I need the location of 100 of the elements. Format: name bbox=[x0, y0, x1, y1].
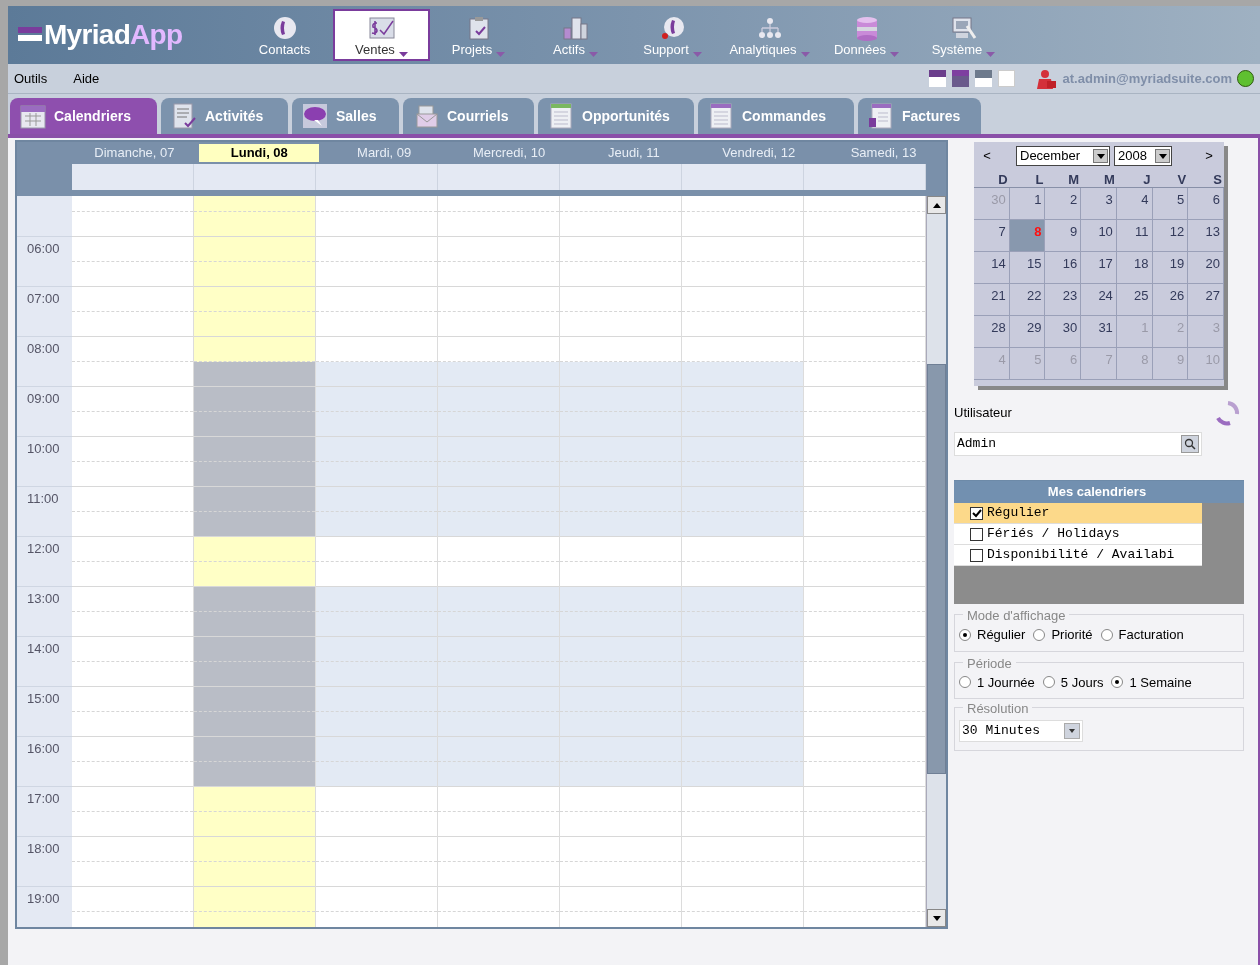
business-hours-slot[interactable] bbox=[438, 762, 559, 786]
business-hours-slot[interactable] bbox=[682, 612, 803, 636]
day-column[interactable] bbox=[682, 196, 804, 927]
calendar-row[interactable]: Fériés / Holidays bbox=[954, 524, 1202, 545]
business-hours-slot[interactable] bbox=[560, 437, 681, 462]
radio-option[interactable]: Priorité bbox=[1033, 625, 1093, 645]
nav-item[interactable]: Ventes bbox=[333, 9, 430, 61]
business-hours-slot[interactable] bbox=[560, 762, 681, 786]
business-hours-slot[interactable] bbox=[438, 412, 559, 436]
tab[interactable]: Calendriers bbox=[10, 98, 157, 134]
next-month-button[interactable]: > bbox=[1200, 146, 1218, 166]
business-hours-slot[interactable] bbox=[316, 737, 437, 762]
business-hours-slot[interactable] bbox=[560, 662, 681, 686]
calendar-day[interactable]: 12 bbox=[1152, 220, 1189, 251]
time-slot[interactable] bbox=[194, 437, 315, 462]
business-hours-slot[interactable] bbox=[438, 737, 559, 762]
time-slot[interactable] bbox=[194, 337, 315, 362]
calendar-day[interactable]: 16 bbox=[1045, 252, 1082, 283]
business-hours-slot[interactable] bbox=[316, 362, 437, 386]
business-hours-slot[interactable] bbox=[438, 662, 559, 686]
radio-button[interactable] bbox=[1100, 628, 1113, 641]
calendar-row[interactable]: Régulier bbox=[954, 503, 1202, 524]
business-hours-slot[interactable] bbox=[316, 387, 437, 412]
time-slot[interactable] bbox=[194, 787, 315, 812]
business-hours-slot[interactable] bbox=[316, 687, 437, 712]
all-day-cell[interactable] bbox=[804, 164, 926, 190]
radio-option[interactable]: Régulier bbox=[959, 625, 1026, 645]
theme-swatch-icon[interactable] bbox=[928, 70, 946, 87]
calendar-day[interactable]: 4 bbox=[1116, 188, 1153, 219]
business-hours-slot[interactable] bbox=[438, 587, 559, 612]
day-column[interactable] bbox=[560, 196, 682, 927]
business-hours-slot[interactable] bbox=[316, 512, 437, 536]
time-slot[interactable] bbox=[194, 862, 315, 886]
all-day-cell[interactable] bbox=[560, 164, 682, 190]
time-slot[interactable] bbox=[194, 662, 315, 686]
business-hours-slot[interactable] bbox=[682, 712, 803, 736]
time-slot[interactable] bbox=[194, 812, 315, 836]
calendar-day[interactable]: 10 bbox=[1081, 220, 1117, 251]
calendar-day[interactable]: 23 bbox=[1045, 284, 1082, 315]
radio-option[interactable]: 1 Journée bbox=[959, 672, 1035, 692]
time-slot[interactable] bbox=[194, 287, 315, 312]
business-hours-slot[interactable] bbox=[316, 412, 437, 436]
scroll-down-button[interactable] bbox=[927, 909, 946, 927]
time-slot[interactable] bbox=[194, 637, 315, 662]
business-hours-slot[interactable] bbox=[560, 687, 681, 712]
radio-button[interactable] bbox=[959, 628, 971, 641]
business-hours-slot[interactable] bbox=[316, 637, 437, 662]
scroll-thumb[interactable] bbox=[927, 364, 946, 774]
menu-item[interactable]: Aide bbox=[73, 68, 100, 89]
time-slot[interactable] bbox=[194, 312, 315, 336]
calendar-day[interactable]: 19 bbox=[1152, 252, 1189, 283]
calendar-day[interactable]: 26 bbox=[1152, 284, 1189, 315]
business-hours-slot[interactable] bbox=[682, 362, 803, 386]
calendar-day[interactable]: 29 bbox=[1009, 316, 1046, 347]
time-slot[interactable] bbox=[194, 462, 315, 486]
business-hours-slot[interactable] bbox=[682, 662, 803, 686]
business-hours-slot[interactable] bbox=[682, 687, 803, 712]
checkbox[interactable] bbox=[970, 506, 983, 520]
business-hours-slot[interactable] bbox=[438, 512, 559, 536]
business-hours-slot[interactable] bbox=[438, 712, 559, 736]
calendar-day[interactable]: 30 bbox=[1045, 316, 1082, 347]
business-hours-slot[interactable] bbox=[682, 387, 803, 412]
scroll-up-button[interactable] bbox=[927, 196, 946, 214]
theme-swatch-icon[interactable] bbox=[951, 70, 969, 87]
business-hours-slot[interactable] bbox=[682, 737, 803, 762]
previous-month-button[interactable]: < bbox=[978, 146, 996, 166]
business-hours-slot[interactable] bbox=[438, 462, 559, 486]
business-hours-slot[interactable] bbox=[316, 662, 437, 686]
business-hours-slot[interactable] bbox=[438, 612, 559, 636]
business-hours-slot[interactable] bbox=[316, 487, 437, 512]
calendar-day[interactable]: 17 bbox=[1081, 252, 1117, 283]
calendar-day[interactable]: 2 bbox=[1045, 188, 1082, 219]
business-hours-slot[interactable] bbox=[438, 637, 559, 662]
calendar-day[interactable]: 25 bbox=[1116, 284, 1153, 315]
calendar-day[interactable]: 13 bbox=[1188, 220, 1224, 251]
time-slot[interactable] bbox=[194, 262, 315, 286]
calendar-day[interactable]: 28 bbox=[974, 316, 1010, 347]
calendar-day[interactable]: 9 bbox=[1045, 220, 1082, 251]
day-column[interactable] bbox=[194, 196, 316, 927]
all-day-cell[interactable] bbox=[316, 164, 438, 190]
radio-button[interactable] bbox=[1111, 676, 1124, 689]
business-hours-slot[interactable] bbox=[560, 637, 681, 662]
calendar-day[interactable]: 27 bbox=[1188, 284, 1224, 315]
time-slot[interactable] bbox=[194, 562, 315, 586]
radio-option[interactable]: 1 Semaine bbox=[1111, 672, 1192, 692]
business-hours-slot[interactable] bbox=[560, 612, 681, 636]
day-column[interactable] bbox=[316, 196, 438, 927]
theme-swatch-icon[interactable] bbox=[997, 70, 1015, 87]
business-hours-slot[interactable] bbox=[682, 762, 803, 786]
time-slot[interactable] bbox=[194, 212, 315, 236]
time-slot[interactable] bbox=[194, 687, 315, 712]
calendar-day[interactable]: 3 bbox=[1081, 188, 1117, 219]
all-day-cell[interactable] bbox=[682, 164, 804, 190]
business-hours-slot[interactable] bbox=[560, 712, 681, 736]
business-hours-slot[interactable] bbox=[316, 462, 437, 486]
calendar-day[interactable]: 1 bbox=[1009, 188, 1046, 219]
time-slot[interactable] bbox=[194, 587, 315, 612]
business-hours-slot[interactable] bbox=[560, 737, 681, 762]
calendar-day[interactable]: 15 bbox=[1009, 252, 1046, 283]
scrollbar[interactable] bbox=[926, 196, 946, 927]
